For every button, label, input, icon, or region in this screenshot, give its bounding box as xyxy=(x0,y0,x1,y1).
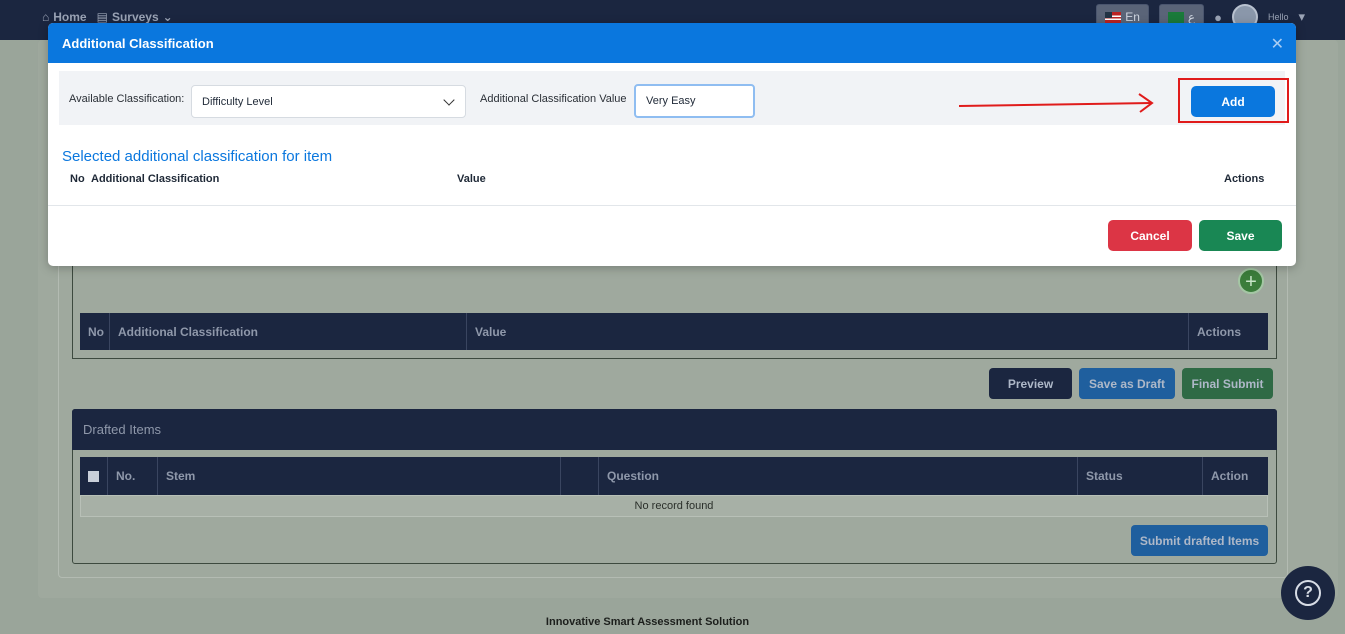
help-button[interactable]: ? xyxy=(1281,566,1335,620)
annotation-arrow xyxy=(959,93,1154,113)
column-header: Status xyxy=(1078,457,1203,495)
column-header: Actions xyxy=(1197,324,1242,339)
survey-icon: ▤ xyxy=(96,10,108,24)
final-submit-button[interactable]: Final Submit xyxy=(1182,368,1273,399)
add-button[interactable]: Add xyxy=(1191,86,1275,117)
column-header: Action xyxy=(1211,469,1249,483)
save-button[interactable]: Save xyxy=(1199,220,1282,251)
column-header: Value xyxy=(457,173,486,185)
nav-surveys[interactable]: ▤ Surveys ⌄ xyxy=(97,10,173,24)
selected-classification-title: Selected additional classification for i… xyxy=(62,148,333,165)
empty-table-message: No record found xyxy=(80,495,1268,517)
footer-text: Innovative Smart Assessment Solution xyxy=(545,616,750,628)
drafted-items-title: Drafted Items xyxy=(72,409,1277,450)
column-header xyxy=(561,457,599,495)
save-as-draft-button[interactable]: Save as Draft xyxy=(1079,368,1175,399)
classification-value-input[interactable] xyxy=(634,84,755,118)
select-all-checkbox[interactable] xyxy=(80,457,108,495)
column-header: Actions xyxy=(1224,173,1265,185)
column-header: Additional Classification xyxy=(91,173,220,185)
home-icon: ⌂ xyxy=(42,10,50,24)
question-mark-icon: ? xyxy=(1295,580,1321,606)
column-header: No. xyxy=(108,457,158,495)
column-header: Stem xyxy=(158,457,561,495)
selected-classification: Difficulty Level xyxy=(202,95,273,108)
column-header: No xyxy=(80,313,110,350)
nav-links: ⌂ Home ▤ Surveys ⌄ xyxy=(42,10,173,24)
close-icon[interactable]: ✕ xyxy=(1271,34,1284,54)
column-header: Additional Classification xyxy=(110,313,467,350)
modal-header: Additional Classification ✕ xyxy=(48,23,1296,63)
classification-table-header: No Additional Classification Value Actio… xyxy=(80,313,1268,350)
column-header: Question xyxy=(599,457,1078,495)
user-greeting: Hello xyxy=(1267,12,1289,22)
submit-drafted-items-button[interactable]: Submit drafted Items xyxy=(1131,525,1268,556)
cancel-button[interactable]: Cancel xyxy=(1108,220,1192,251)
classification-value-label: Additional Classification Value xyxy=(480,93,627,105)
column-header: No xyxy=(70,173,85,185)
add-classification-plus-button[interactable]: + xyxy=(1238,268,1264,294)
modal-footer-divider xyxy=(48,205,1296,206)
preview-button[interactable]: Preview xyxy=(989,368,1072,399)
sa-flag-icon xyxy=(1167,11,1184,23)
column-header: Value xyxy=(467,313,1189,350)
available-classification-label: Available Classification: xyxy=(69,93,185,105)
us-flag-icon xyxy=(1105,11,1122,23)
modal-title: Additional Classification xyxy=(62,35,214,51)
available-classification-select[interactable]: Difficulty Level xyxy=(191,85,466,118)
drafted-table-header: No. Stem Question Status Action xyxy=(80,457,1268,495)
caret-down-icon[interactable]: ▾ xyxy=(1298,9,1305,25)
nav-home[interactable]: ⌂ Home xyxy=(42,10,87,24)
additional-classification-modal: Additional Classification ✕ Available Cl… xyxy=(48,23,1296,266)
chevron-down-icon: ⌄ xyxy=(162,10,173,24)
chevron-down-icon xyxy=(443,94,455,106)
